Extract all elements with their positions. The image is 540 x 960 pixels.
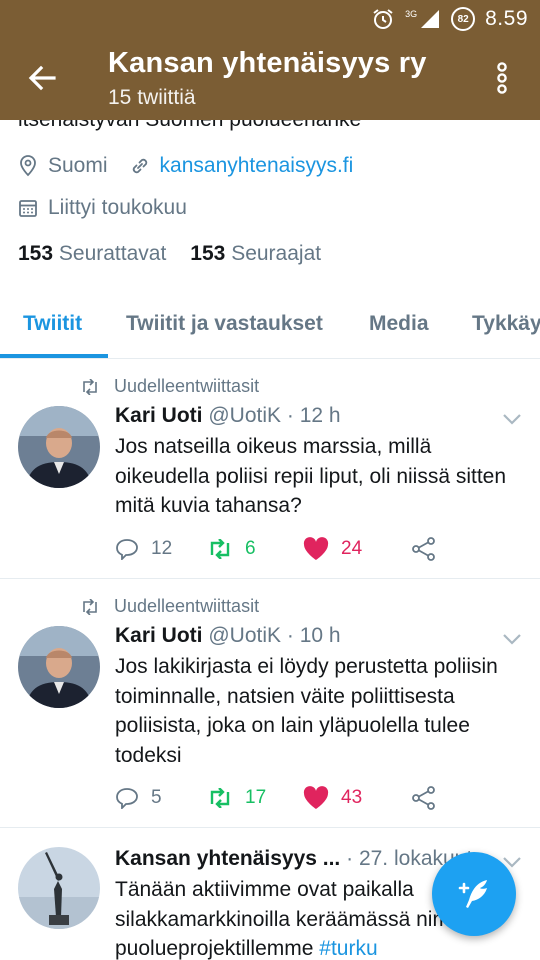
author-name[interactable]: Kansan yhtenäisyys ... <box>115 847 340 870</box>
tweet-text-body: Tänään aktiivimme ovat paikalla silakkam… <box>115 878 467 960</box>
like-count: 43 <box>341 787 363 808</box>
alarm-icon <box>373 9 393 29</box>
tweet-actions: 5 17 43 <box>115 784 437 812</box>
page-title: Kansan yhtenäisyys ry <box>108 47 427 79</box>
joined-text: Liittyi toukokuu <box>48 196 187 219</box>
following-count: 153 <box>18 242 54 265</box>
following-label: Seurattavat <box>58 242 167 265</box>
retweet-icon <box>83 598 97 615</box>
retweet-count: 17 <box>245 787 267 808</box>
app-bar: 3G 82 8.59 Kansan yhtenäisyys ry 15 twii… <box>0 0 540 120</box>
active-tab-indicator <box>0 354 108 358</box>
retweet-icon <box>210 788 230 808</box>
hashtag-link[interactable]: #turku <box>319 937 377 960</box>
tweet-header: Kari Uoti @UotiK · 10 h <box>115 624 341 648</box>
tweet-count: 15 twiittiä <box>108 86 196 109</box>
author-handle: @UotiK <box>208 404 282 427</box>
tweet-header: Kari Uoti @UotiK · 12 h <box>115 404 341 428</box>
followers-label: Seuraajat <box>231 242 322 265</box>
chevron-down-icon[interactable] <box>502 632 522 646</box>
tweet-text: Jos lakikirjasta ei löydy perustetta pol… <box>115 655 498 767</box>
tweet-header: Kansan yhtenäisyys ... · 27. lokakuuta <box>115 847 484 871</box>
reply-button[interactable]: 12 <box>115 538 207 560</box>
following-stat[interactable]: 153 Seurattavat <box>18 242 166 266</box>
tab-likes[interactable]: Tykkäykset <box>472 312 540 336</box>
heart-filled-icon <box>303 537 329 560</box>
reply-count: 12 <box>151 538 173 559</box>
signal-icon <box>421 10 440 28</box>
reply-icon <box>116 788 138 809</box>
status-bar: 3G 82 8.59 <box>371 6 528 32</box>
location-text: Suomi <box>48 154 108 177</box>
profile-meta-location: Suomi kansanyhtenaisyys.fi <box>18 154 353 178</box>
tab-tweets-and-replies[interactable]: Twiitit ja vastaukset <box>126 312 323 336</box>
reply-count: 5 <box>151 787 162 808</box>
retweet-button[interactable]: 6 <box>207 538 303 560</box>
reply-button[interactable]: 5 <box>115 787 207 809</box>
battery-icon: 82 <box>451 7 476 31</box>
follow-stats: 153 Seurattavat 153 Seuraajat <box>18 242 321 266</box>
author-handle: @UotiK <box>208 624 282 647</box>
tweet-actions: 12 6 24 <box>115 535 437 563</box>
retweet-indicator: Uudelleentwiittasit <box>80 596 259 617</box>
like-button[interactable]: 24 <box>303 537 411 561</box>
avatar[interactable] <box>18 406 100 488</box>
retweet-button[interactable]: 17 <box>207 787 303 809</box>
author-name[interactable]: Kari Uoti <box>115 404 203 427</box>
avatar[interactable] <box>18 626 100 708</box>
compose-tweet-button[interactable] <box>432 852 516 936</box>
retweet-label: Uudelleentwiittasit <box>114 376 260 396</box>
header-title-block: Kansan yhtenäisyys ry 15 twiittiä <box>108 47 427 110</box>
tweet-item[interactable]: Uudelleentwiittasit Kari Uoti @UotiK · 1… <box>0 360 540 579</box>
overflow-menu-icon[interactable] <box>490 60 514 96</box>
network-type: 3G <box>405 9 418 19</box>
retweet-icon <box>210 539 230 559</box>
tab-tweets[interactable]: Twiitit <box>23 312 82 336</box>
back-arrow-icon[interactable] <box>24 60 60 96</box>
retweet-count: 6 <box>245 538 256 559</box>
retweet-icon <box>83 378 97 395</box>
followers-count: 153 <box>190 242 226 265</box>
status-time: 8.59 <box>485 7 528 30</box>
followers-stat[interactable]: 153 Seuraajat <box>190 242 321 266</box>
retweet-label: Uudelleentwiittasit <box>114 596 260 616</box>
like-count: 24 <box>341 538 363 559</box>
calendar-icon <box>19 200 37 217</box>
tweet-time: · 12 h <box>281 404 341 427</box>
tab-media[interactable]: Media <box>369 312 429 336</box>
reply-icon <box>116 539 138 560</box>
tweet-text: Jos natseilla oikeus marssia, millä oike… <box>115 435 507 517</box>
profile-meta-joined: Liittyi toukokuu <box>18 196 187 220</box>
link-icon <box>132 158 147 174</box>
heart-filled-icon <box>303 786 329 809</box>
tweet-item[interactable]: Uudelleentwiittasit Kari Uoti @UotiK · 1… <box>0 580 540 828</box>
avatar[interactable] <box>18 847 100 929</box>
compose-feather-icon <box>458 880 487 908</box>
author-name[interactable]: Kari Uoti <box>115 624 203 647</box>
like-button[interactable]: 43 <box>303 786 411 810</box>
share-icon[interactable] <box>411 537 437 561</box>
website-link[interactable]: kansanyhtenaisyys.fi <box>160 154 354 178</box>
share-icon[interactable] <box>411 786 437 810</box>
tweet-time: · 10 h <box>281 624 341 647</box>
profile-tabs: Twiitit Twiitit ja vastaukset Media Tykk… <box>0 300 540 359</box>
chevron-down-icon[interactable] <box>502 412 522 426</box>
location-pin-icon <box>20 155 36 177</box>
retweet-indicator: Uudelleentwiittasit <box>80 376 259 397</box>
